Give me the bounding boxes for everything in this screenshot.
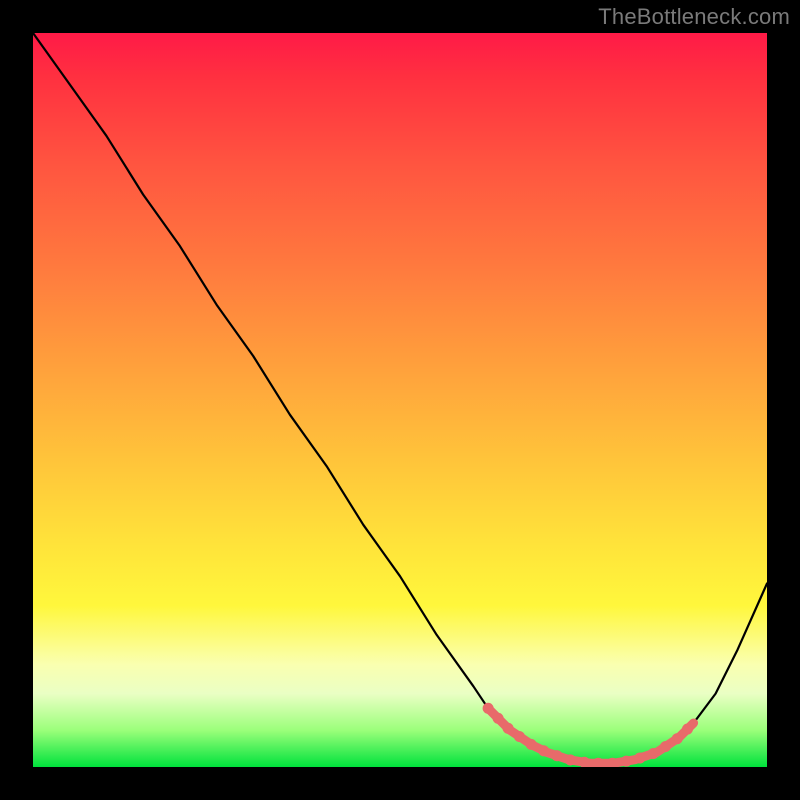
chart-stage: TheBottleneck.com <box>0 0 800 800</box>
bottleneck-curve <box>33 33 767 763</box>
plot-area <box>33 33 767 767</box>
watermark-text: TheBottleneck.com <box>598 4 790 30</box>
highlight-dots <box>488 708 693 763</box>
curve-layer <box>33 33 767 767</box>
